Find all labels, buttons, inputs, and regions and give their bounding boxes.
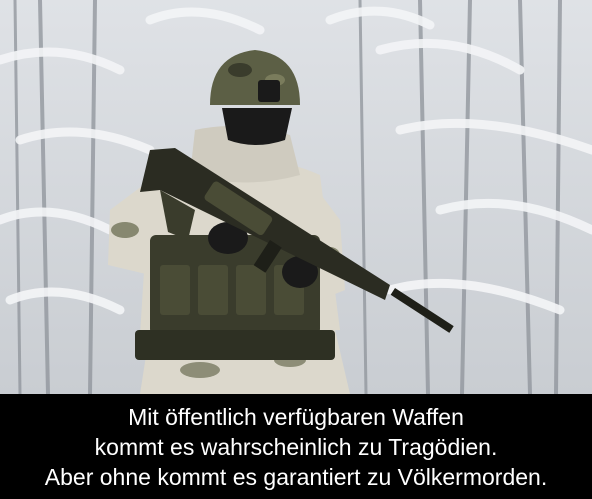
mag-pouch-1 xyxy=(160,265,190,315)
mag-pouch-3 xyxy=(236,265,266,315)
caption-line-2: kommt es wahrscheinlich zu Tragödien. xyxy=(94,433,498,460)
belt xyxy=(135,330,335,360)
mag-pouch-2 xyxy=(198,265,228,315)
soldier-photo xyxy=(0,0,592,394)
meme-caption: Mit öffentlich verfügbaren Waffen kommt … xyxy=(0,394,592,499)
helmet-mount xyxy=(258,80,280,102)
caption-line-3: Aber ohne kommt es garantiert zu Völkerm… xyxy=(44,463,548,490)
soldier-illustration xyxy=(0,0,592,394)
meme-frame: Mit öffentlich verfügbaren Waffen kommt … xyxy=(0,0,592,499)
caption-line-1: Mit öffentlich verfügbaren Waffen xyxy=(128,403,464,430)
face-mask xyxy=(222,108,292,145)
